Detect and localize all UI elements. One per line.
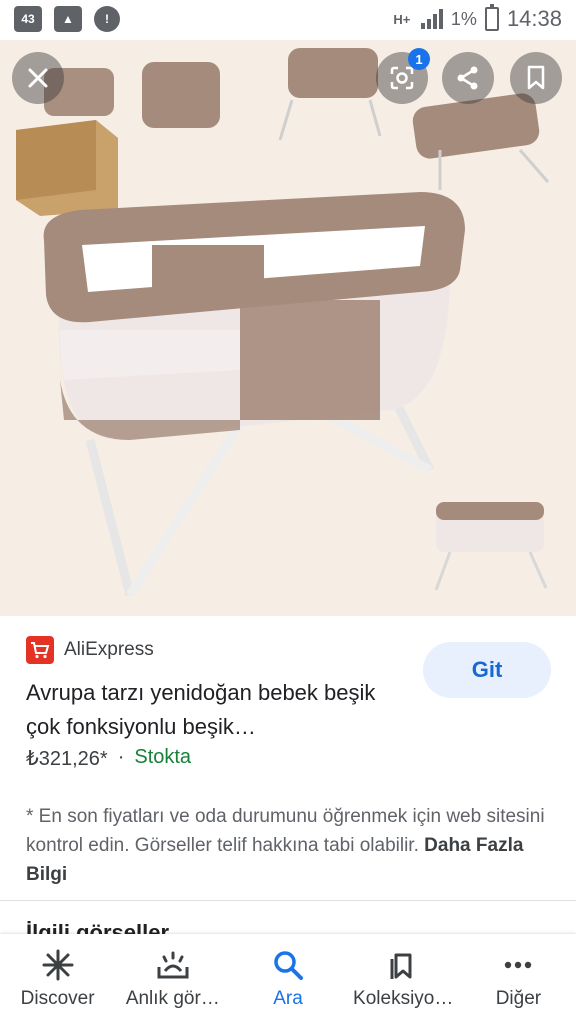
status-bar: 43 ▲ ! H+ 1% 14:38 — [0, 0, 576, 40]
price: ₺321,26* — [26, 748, 108, 770]
clock: 14:38 — [506, 6, 562, 31]
battery-percent: 1% — [450, 8, 477, 29]
nav-search[interactable]: Ara — [230, 934, 345, 1024]
notification-icon: 43 — [14, 6, 42, 32]
more-icon — [505, 961, 532, 969]
stock-status: Stokta — [134, 746, 192, 768]
close-button[interactable] — [12, 52, 64, 104]
nav-collections[interactable]: Koleksiyo… — [346, 934, 461, 1024]
bookmark-icon — [527, 65, 545, 90]
network-type: H+ — [393, 11, 411, 27]
search-icon — [274, 951, 303, 980]
product-image[interactable]: 1 — [0, 40, 576, 616]
nav-label: Anlık gör… — [125, 988, 220, 1009]
lens-button[interactable]: 1 — [376, 48, 430, 104]
divider — [0, 900, 576, 901]
app-notification-icon: ▲ — [54, 6, 82, 32]
updates-icon — [157, 951, 189, 979]
asterisk-icon — [42, 949, 74, 981]
price-row: ₺321,26* · Stokta — [26, 746, 191, 771]
collections-icon — [390, 953, 412, 979]
visit-button[interactable]: Git — [423, 642, 551, 698]
nav-label: Ara — [273, 988, 303, 1009]
source-row[interactable]: AliExpress — [26, 636, 154, 664]
nav-label: Discover — [20, 988, 95, 1009]
price-separator: · — [117, 746, 125, 768]
save-button[interactable] — [510, 52, 562, 104]
crib-illustration — [16, 48, 550, 598]
price-notice: * En son fiyatları ve oda durumunu öğren… — [26, 802, 556, 889]
battery-icon — [484, 4, 499, 31]
share-icon — [457, 66, 478, 90]
nav-label: Diğer — [495, 988, 542, 1009]
sync-alert-icon: ! — [94, 6, 120, 32]
result-title[interactable]: Avrupa tarzı yenidoğan bebek beşik çok f… — [26, 676, 386, 744]
nav-more[interactable]: Diğer — [461, 934, 576, 1024]
signal-icon — [420, 9, 443, 29]
nav-label: Koleksiyo… — [353, 988, 454, 1009]
aliexpress-logo-icon — [26, 636, 54, 664]
close-icon — [28, 68, 48, 88]
nav-discover[interactable]: Discover — [0, 934, 115, 1024]
bottom-navigation: Discover Anlık gör… Ara Koleksiyo… Diğer — [0, 934, 576, 1024]
lens-badge: 1 — [408, 48, 430, 70]
nav-updates[interactable]: Anlık gör… — [115, 934, 230, 1024]
notification-count: 43 — [21, 12, 35, 26]
source-name: AliExpress — [64, 639, 154, 660]
share-button[interactable] — [442, 52, 494, 104]
lens-icon — [390, 66, 414, 90]
